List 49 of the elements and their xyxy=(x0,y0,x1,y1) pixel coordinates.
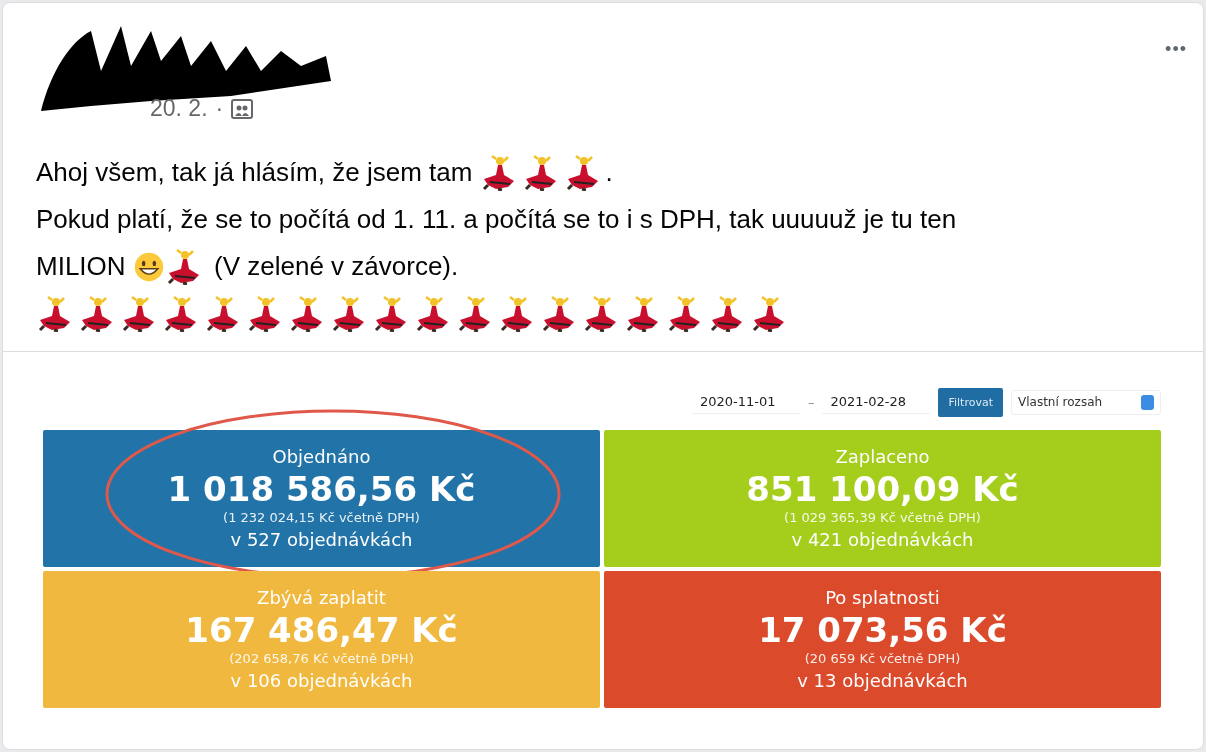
tile-title: Objednáno xyxy=(272,444,371,469)
dancer-icon xyxy=(582,295,618,332)
dancer-icon xyxy=(624,295,660,332)
tile-order-count: v 106 objednávkách xyxy=(230,668,413,693)
tile-amount: 17 073,56 Kč xyxy=(758,609,1007,650)
group-icon xyxy=(231,98,254,119)
dancer-icon xyxy=(246,295,282,332)
dancer-icon xyxy=(162,295,198,332)
dancer-icon xyxy=(498,295,534,332)
date-range-dash: – xyxy=(807,394,815,410)
range-select[interactable]: Vlastní rozsah xyxy=(1011,389,1161,415)
tile-title: Zaplaceno xyxy=(835,444,930,469)
more-options-button[interactable]: ••• xyxy=(1165,39,1187,60)
dancer-icon xyxy=(330,295,366,332)
tile-vat-note: (1 029 365,39 Kč včetně DPH) xyxy=(784,508,981,527)
separator-dot: · xyxy=(215,95,224,122)
dancer-icon xyxy=(78,295,114,332)
tile-title: Zbývá zaplatit xyxy=(257,585,386,610)
tile-amount: 1 018 586,56 Kč xyxy=(167,468,476,509)
dancer-icon xyxy=(204,295,240,332)
dancer-icon xyxy=(372,295,408,332)
post-text: . xyxy=(605,156,613,189)
tile-order-count: v 527 objednávkách xyxy=(230,527,413,552)
dancer-icon xyxy=(456,295,492,332)
dancer-icon xyxy=(666,295,702,332)
filter-button[interactable]: Filtrovat xyxy=(938,387,1003,417)
dancer-icon xyxy=(36,295,72,332)
tile-order-count: v 421 objednávkách xyxy=(791,527,974,552)
post-text: Ahoj všem, tak já hlásím, že jsem tam xyxy=(36,156,474,189)
tile-amount: 851 100,09 Kč xyxy=(746,468,1019,509)
tile-title: Po splatnosti xyxy=(825,585,940,610)
post-text: Pokud platí, že se to počítá od 1. 11. a počítá se to i s DPH, tak uuuuuž je tu ten xyxy=(36,203,957,236)
post-text: (V zelené v závorce). xyxy=(213,250,459,283)
date-to-field[interactable]: 2021-02-28 xyxy=(822,390,931,414)
dancer-icon xyxy=(414,295,450,332)
tile-order-count: v 13 objednávkách xyxy=(797,668,968,693)
date-from-field[interactable]: 2020-11-01 xyxy=(691,390,800,414)
tile-vat-note: (1 232 024,15 Kč včetně DPH) xyxy=(223,508,420,527)
post-text: MILION xyxy=(36,250,127,283)
tile-vat-note: (20 659 Kč včetně DPH) xyxy=(804,649,961,668)
tile-amount: 167 486,47 Kč xyxy=(185,609,458,650)
dancer-icon xyxy=(288,295,324,332)
dancer-icon xyxy=(540,295,576,332)
dancer-icon xyxy=(708,295,744,332)
grinning-face-icon xyxy=(132,250,165,283)
post-date[interactable]: 20. 2. xyxy=(150,95,208,122)
dancer-icon xyxy=(120,295,156,332)
tile-vat-note: (202 658,76 Kč včetně DPH) xyxy=(229,649,414,668)
dancer-icon xyxy=(750,295,786,332)
